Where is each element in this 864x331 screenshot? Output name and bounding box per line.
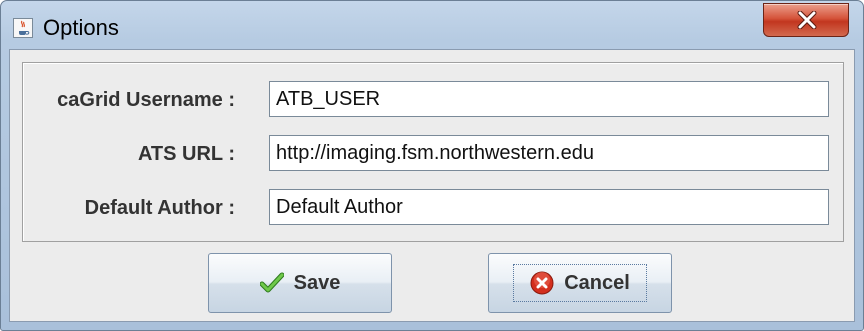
default-author-label: Default Author : (84, 197, 235, 219)
checkmark-icon (259, 271, 285, 295)
title-bar[interactable]: Options (1, 1, 863, 53)
username-label: caGrid Username : (57, 89, 235, 111)
close-button[interactable] (763, 3, 849, 37)
options-dialog: Options caGrid Username : ATS URL : Defa… (0, 0, 864, 331)
username-input[interactable] (269, 81, 829, 117)
dialog-content: caGrid Username : ATS URL : Default Auth… (9, 49, 855, 322)
java-coffee-icon (13, 18, 33, 38)
options-form-panel: caGrid Username : ATS URL : Default Auth… (22, 62, 844, 242)
window-title: Options (43, 15, 119, 40)
cancel-button-label: Cancel (564, 271, 630, 294)
close-icon (797, 11, 817, 29)
save-button-label: Save (293, 271, 341, 294)
cancel-x-icon (530, 271, 554, 295)
username-row: caGrid Username : (23, 81, 843, 119)
default-author-input[interactable] (269, 189, 829, 225)
ats-url-label: ATS URL : (137, 143, 235, 165)
default-author-row: Default Author : (23, 189, 843, 227)
ats-url-row: ATS URL : (23, 135, 843, 173)
ats-url-input[interactable] (269, 135, 829, 171)
save-button[interactable]: Save (208, 253, 392, 313)
cancel-button[interactable]: Cancel (488, 253, 672, 313)
